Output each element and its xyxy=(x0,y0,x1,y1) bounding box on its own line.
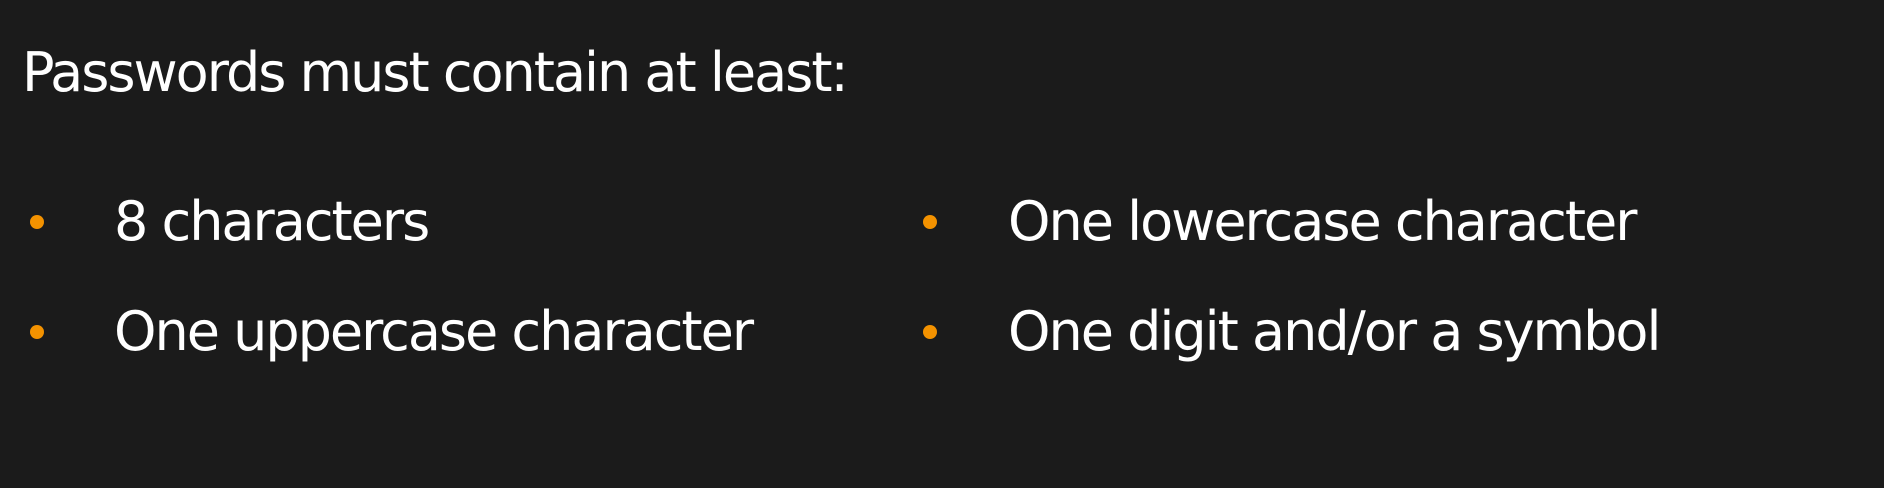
requirement-label: 8 characters xyxy=(114,190,430,253)
requirement-item-digit-or-symbol: One digit and/or a symbol xyxy=(923,297,1661,367)
bullet-dot-icon xyxy=(923,215,937,229)
requirement-label: One lowercase character xyxy=(1008,190,1637,253)
password-requirements-panel: Passwords must contain at least: 8 chara… xyxy=(0,0,1884,488)
requirement-item-uppercase-character: One uppercase character xyxy=(30,297,754,367)
bullet-dot-icon xyxy=(30,215,44,229)
bullet-dot-icon xyxy=(923,325,937,339)
requirement-item-8-characters: 8 characters xyxy=(30,187,430,257)
requirement-label: One uppercase character xyxy=(114,300,754,363)
requirement-item-lowercase-character: One lowercase character xyxy=(923,187,1637,257)
bullet-dot-icon xyxy=(30,325,44,339)
requirement-label: One digit and/or a symbol xyxy=(1008,300,1661,363)
password-requirements-title: Passwords must contain at least: xyxy=(22,41,849,104)
